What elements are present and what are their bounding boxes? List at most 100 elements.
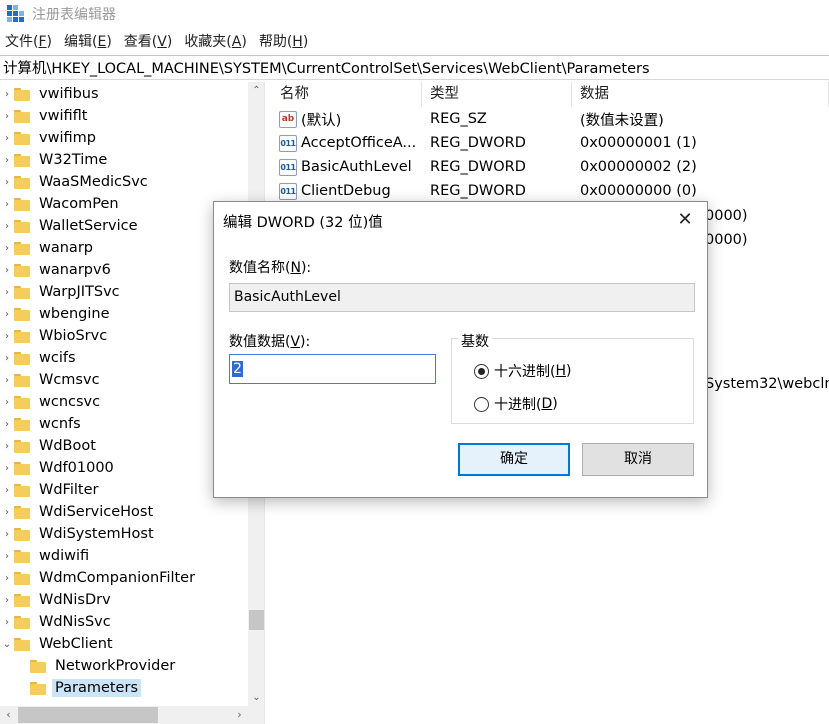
value-row[interactable]: ab (默认) REG_SZ (数值未设置) [272,107,829,131]
tree-item[interactable]: › vwifimp [0,127,248,149]
tree-item-label: WebClient [39,636,113,652]
value-name-field[interactable]: BasicAuthLevel [229,283,695,312]
address-bar[interactable]: 计算机\HKEY_LOCAL_MACHINE\SYSTEM\CurrentCon… [0,55,829,80]
tree-item[interactable]: › WalletService [0,215,248,237]
tree-item[interactable]: › wcnfs [0,413,248,435]
chevron-right-icon[interactable]: › [0,309,14,320]
tree-item[interactable]: › WdiSystemHost [0,523,248,545]
tree-item-label: wanarp [39,240,93,256]
scroll-thumb[interactable] [249,610,264,630]
radio-unselected-icon[interactable] [474,396,489,412]
folder-icon [14,439,30,453]
tree-item[interactable]: › WdNisDrv [0,589,248,611]
tree-item[interactable]: › WdiServiceHost [0,501,248,523]
tree-horizontal-scrollbar[interactable]: ‹ › [0,706,248,724]
column-header-data[interactable]: 数据 [572,82,829,107]
tree-item[interactable]: › WdmCompanionFilter [0,567,248,589]
tree-item[interactable]: › wanarp [0,237,248,259]
chevron-right-icon[interactable]: › [0,463,14,474]
chevron-right-icon[interactable]: › [0,155,14,166]
chevron-right-icon[interactable]: › [0,287,14,298]
tree-item[interactable]: › WdFilter [0,479,248,501]
chevron-expanded-icon[interactable]: ⌄ [0,639,14,650]
edit-dword-dialog: 编辑 DWORD (32 位)值 ✕ 数值名称(N): BasicAuthLev… [213,201,708,498]
value-row[interactable]: 011 BasicAuthLevel REG_DWORD 0x00000002 (2) [272,155,829,179]
column-header-type[interactable]: 类型 [422,82,572,107]
menu-view[interactable]: 查看(V) [119,31,180,51]
chevron-right-icon[interactable]: › [0,221,14,232]
tree-item[interactable]: › WaaSMedicSvc [0,171,248,193]
folder-icon [14,549,30,563]
menu-favorites[interactable]: 收藏夹(A) [179,31,254,51]
chevron-right-icon[interactable]: › [0,243,14,254]
tree-item[interactable]: › WbioSrvc [0,325,248,347]
horizontal-scroll-thumb[interactable] [18,707,158,723]
tree-item[interactable]: › wcncsvc [0,391,248,413]
tree-item-label: W32Time [39,152,108,168]
chevron-right-icon[interactable]: › [0,617,14,628]
chevron-right-icon[interactable]: › [0,353,14,364]
chevron-right-icon[interactable]: › [0,529,14,540]
tree-item[interactable]: NetworkProvider [0,655,248,677]
value-data-cell: 0x00000002 (2) [580,159,697,175]
folder-icon [14,417,30,431]
tree-item[interactable]: › vwififlt [0,105,248,127]
radio-selected-icon[interactable] [474,363,489,379]
chevron-right-icon[interactable]: › [0,177,14,188]
menu-file[interactable]: 文件(F) [0,31,59,51]
chevron-right-icon[interactable]: › [0,111,14,122]
tree-item[interactable]: › W32Time [0,149,248,171]
tree-item[interactable]: › WdBoot [0,435,248,457]
tree-item[interactable]: › WdNisSvc [0,611,248,633]
tree-item[interactable]: › wdiwifi [0,545,248,567]
chevron-right-icon[interactable]: › [0,397,14,408]
tree-item[interactable]: ⌄ WebClient [0,633,248,655]
scroll-down-icon[interactable]: ⌄ [248,689,264,706]
chevron-right-icon[interactable]: › [0,89,14,100]
tree-item[interactable]: › WarpJITSvc [0,281,248,303]
tree-item[interactable]: Parameters [0,677,248,699]
chevron-right-icon[interactable]: › [0,199,14,210]
hex-radio-option[interactable]: 十六进制(H) [474,361,571,381]
value-row[interactable]: 011 AcceptOfficeA... REG_DWORD 0x00000001 (… [272,131,829,155]
scroll-left-icon[interactable]: ‹ [0,706,17,724]
tree-item[interactable]: › WacomPen [0,193,248,215]
tree-item[interactable]: › Wdf01000 [0,457,248,479]
tree-item[interactable]: › wbengine [0,303,248,325]
cancel-button[interactable]: 取消 [582,443,694,476]
tree-item[interactable]: › wanarpv6 [0,259,248,281]
chevron-right-icon[interactable]: › [0,331,14,342]
menu-edit[interactable]: 编辑(E) [59,31,119,51]
scroll-up-icon[interactable]: ⌃ [248,82,264,99]
chevron-right-icon[interactable]: › [0,573,14,584]
value-type-cell: REG_DWORD [430,159,526,175]
scrollbar-corner [248,706,264,724]
chevron-right-icon[interactable]: › [0,507,14,518]
dword-value-icon: 011 [279,182,297,200]
close-icon[interactable]: ✕ [673,208,697,232]
value-data-cell: 0x00000000 (0) [580,183,697,199]
decimal-radio-option[interactable]: 十进制(D) [474,394,558,414]
chevron-right-icon[interactable]: › [0,419,14,430]
chevron-right-icon[interactable]: › [0,375,14,386]
folder-icon [14,307,30,321]
chevron-right-icon[interactable]: › [0,265,14,276]
chevron-right-icon[interactable]: › [0,595,14,606]
chevron-right-icon[interactable]: › [0,133,14,144]
folder-icon [14,241,30,255]
chevron-right-icon[interactable]: › [0,551,14,562]
tree-item[interactable]: › Wcmsvc [0,369,248,391]
window-title: 注册表编辑器 [32,7,116,23]
folder-icon [14,131,30,145]
chevron-right-icon[interactable]: › [0,485,14,496]
value-name-label: 数值名称(N): [229,260,312,276]
tree-item[interactable]: › wcifs [0,347,248,369]
menu-help[interactable]: 帮助(H) [254,31,315,51]
scroll-right-icon[interactable]: › [231,706,248,724]
value-row[interactable]: 011 ClientDebug REG_DWORD 0x00000000 (0) [272,179,829,203]
chevron-right-icon[interactable]: › [0,441,14,452]
column-header-name[interactable]: 名称 [272,82,422,107]
value-data-input[interactable]: 2 [229,354,436,384]
ok-button[interactable]: 确定 [458,443,570,476]
tree-item[interactable]: › vwifibus [0,83,248,105]
